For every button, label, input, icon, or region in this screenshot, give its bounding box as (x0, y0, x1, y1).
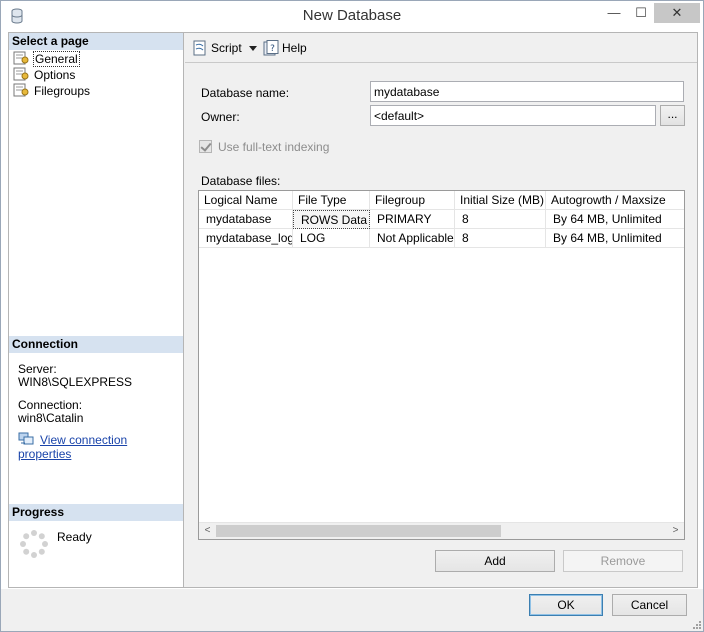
progress-header: Progress (9, 504, 183, 521)
cell-file-type[interactable]: LOG (293, 229, 370, 248)
link-label: View connection properties (18, 433, 128, 461)
dialog-client: Select a page General Options Filegroups… (8, 32, 698, 588)
new-database-window: New Database — ☐ ✕ Select a page General… (0, 0, 704, 632)
title-bar: New Database — ☐ ✕ (1, 1, 703, 31)
table-row[interactable]: mydatabase ROWS Data PRIMARY 8 By 64 MB,… (199, 210, 684, 229)
add-button[interactable]: Add (435, 550, 555, 572)
server-value: WIN8\SQLEXPRESS (18, 375, 133, 389)
window-title: New Database (302, 7, 402, 24)
script-icon (193, 40, 206, 56)
page-settings-icon (13, 67, 29, 81)
progress-spinner-icon (20, 530, 48, 558)
scroll-right-arrow-icon[interactable]: > (667, 523, 684, 539)
connection-value: win8\Catalin (18, 411, 84, 425)
cell-filegroup[interactable]: PRIMARY (370, 210, 455, 229)
page-item-options[interactable]: Options (13, 67, 76, 83)
page-item-filegroups[interactable]: Filegroups (13, 83, 91, 99)
dialog-footer: OK Cancel (1, 589, 703, 631)
column-header-filegroup[interactable]: Filegroup (370, 191, 455, 210)
cell-autogrowth[interactable]: By 64 MB, Unlimited (546, 210, 684, 229)
cell-filegroup[interactable]: Not Applicable (370, 229, 455, 248)
page-item-label: Filegroups (34, 84, 91, 98)
fulltext-indexing-label: Use full-text indexing (218, 140, 330, 154)
table-row[interactable]: mydatabase_log LOG Not Applicable 8 By 6… (199, 229, 684, 248)
cell-logical-name[interactable]: mydatabase (199, 210, 293, 229)
cell-logical-name[interactable]: mydatabase_log (199, 229, 293, 248)
scroll-left-arrow-icon[interactable]: < (199, 523, 216, 539)
owner-input[interactable] (370, 105, 656, 126)
connection-header: Connection (9, 336, 183, 353)
help-button[interactable]: ? Help (263, 40, 307, 56)
database-files-label: Database files: (201, 174, 281, 188)
database-name-input[interactable] (370, 81, 684, 102)
column-header-autogrowth[interactable]: Autogrowth / Maxsize (546, 191, 684, 210)
ok-button[interactable]: OK (529, 594, 603, 616)
column-header-logical-name[interactable]: Logical Name (199, 191, 293, 210)
page-settings-icon (13, 83, 29, 97)
column-header-file-type[interactable]: File Type (293, 191, 370, 210)
cancel-button[interactable]: Cancel (612, 594, 687, 616)
browse-owner-button[interactable]: ... (660, 105, 685, 126)
remove-button[interactable]: Remove (563, 550, 683, 572)
database-files-grid[interactable]: Logical Name File Type Filegroup Initial… (198, 190, 685, 540)
right-pane: Script ? Help Database name: Owner: ... … (185, 33, 697, 587)
checkbox-checked-icon (199, 140, 212, 153)
toolbar: Script ? Help (185, 33, 697, 63)
help-icon: ? (263, 40, 279, 56)
connection-properties-icon (18, 432, 34, 445)
page-item-label: General (33, 51, 80, 67)
scrollbar-thumb[interactable] (216, 525, 501, 537)
horizontal-scrollbar[interactable]: < > (199, 522, 684, 539)
left-pane: Select a page General Options Filegroups… (9, 33, 184, 587)
grid-header: Logical Name File Type Filegroup Initial… (199, 191, 684, 210)
resize-grip-icon[interactable] (691, 619, 701, 629)
column-header-initial-size[interactable]: Initial Size (MB) (455, 191, 546, 210)
cell-initial-size[interactable]: 8 (455, 210, 546, 229)
minimize-button[interactable]: — (601, 3, 627, 23)
cell-autogrowth[interactable]: By 64 MB, Unlimited (546, 229, 684, 248)
page-item-label: Options (34, 68, 76, 82)
page-settings-icon (13, 51, 29, 65)
progress-status: Ready (57, 530, 92, 544)
chevron-down-icon[interactable] (249, 46, 257, 51)
fulltext-indexing-checkbox[interactable]: Use full-text indexing (199, 140, 329, 154)
close-button[interactable]: ✕ (654, 3, 700, 23)
select-page-header: Select a page (9, 33, 183, 50)
cell-initial-size[interactable]: 8 (455, 229, 546, 248)
script-button[interactable]: Script (192, 40, 242, 56)
cell-file-type[interactable]: ROWS Data (293, 210, 370, 229)
view-connection-properties-link[interactable]: View connection properties (18, 432, 183, 461)
svg-text:?: ? (270, 44, 275, 54)
help-label: Help (282, 41, 307, 55)
script-label: Script (211, 41, 242, 55)
page-item-general[interactable]: General (13, 51, 80, 67)
maximize-button[interactable]: ☐ (628, 3, 654, 23)
database-name-label: Database name: (201, 86, 290, 100)
owner-label: Owner: (201, 110, 240, 124)
